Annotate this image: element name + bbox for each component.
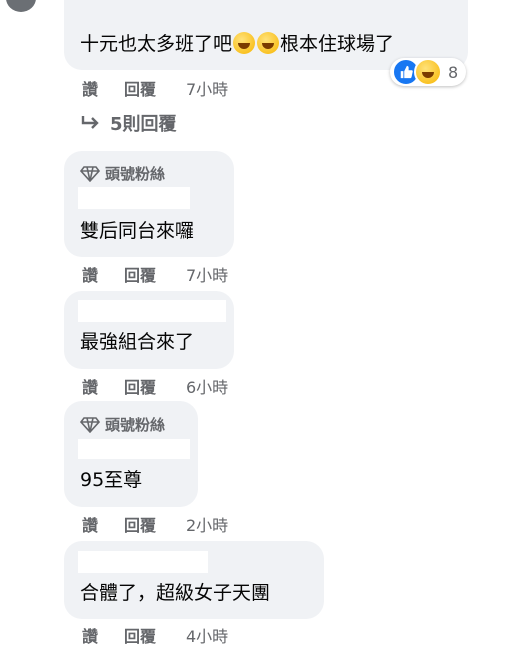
comment-actions: 讚 回覆 2小時 bbox=[82, 512, 228, 536]
grinning-sweat-emoji-icon bbox=[233, 32, 256, 54]
like-button[interactable]: 讚 bbox=[82, 374, 124, 398]
comment-text-part2: 根本住球場了 bbox=[280, 33, 395, 55]
comment-timestamp[interactable]: 4小時 bbox=[186, 623, 228, 647]
reaction-summary[interactable]: 8 bbox=[390, 58, 467, 86]
comment-timestamp[interactable]: 7小時 bbox=[186, 76, 228, 100]
like-button[interactable]: 讚 bbox=[82, 623, 124, 647]
comment-timestamp[interactable]: 7小時 bbox=[186, 262, 228, 286]
comment-actions: 讚 回覆 7小時 bbox=[82, 76, 228, 100]
top-fan-badge[interactable]: 頭號粉絲 bbox=[80, 163, 165, 184]
redacted-name bbox=[78, 551, 208, 573]
commenter-avatar[interactable] bbox=[6, 0, 36, 12]
comment-actions: 讚 回覆 6小時 bbox=[82, 374, 228, 398]
grinning-sweat-emoji-icon bbox=[257, 32, 280, 54]
comment-actions: 讚 回覆 7小時 bbox=[82, 262, 228, 286]
reply-button[interactable]: 回覆 bbox=[124, 623, 186, 647]
reply-button[interactable]: 回覆 bbox=[124, 76, 186, 100]
badge-label: 頭號粉絲 bbox=[105, 165, 166, 183]
badge-label: 頭號粉絲 bbox=[105, 416, 166, 434]
reply-arrow-icon bbox=[81, 116, 99, 129]
comment-timestamp[interactable]: 2小時 bbox=[186, 512, 228, 536]
reply-button[interactable]: 回覆 bbox=[124, 374, 186, 398]
like-button[interactable]: 讚 bbox=[82, 262, 124, 286]
comment-text: 十元也太多班了吧 根本住球場了 bbox=[80, 32, 394, 56]
redacted-name bbox=[78, 187, 190, 209]
like-button[interactable]: 讚 bbox=[82, 512, 124, 536]
comment-text: 合體了，超級女子天團 bbox=[80, 582, 271, 604]
comment-text: 雙后同台來囉 bbox=[80, 220, 195, 242]
reply-button[interactable]: 回覆 bbox=[124, 262, 186, 286]
diamond-icon bbox=[80, 416, 100, 433]
diamond-icon bbox=[80, 165, 100, 182]
reaction-count: 8 bbox=[448, 62, 459, 82]
like-button[interactable]: 讚 bbox=[82, 76, 124, 100]
comment-text: 最強組合來了 bbox=[80, 331, 195, 353]
comment-actions: 讚 回覆 4小時 bbox=[82, 623, 228, 647]
view-replies-label: 5則回覆 bbox=[110, 114, 177, 135]
reply-button[interactable]: 回覆 bbox=[124, 512, 186, 536]
comment-text-part1: 十元也太多班了吧 bbox=[80, 33, 233, 55]
redacted-name bbox=[78, 300, 226, 322]
comment-text: 95至尊 bbox=[80, 469, 143, 491]
redacted-name bbox=[78, 439, 190, 459]
haha-reaction-icon bbox=[414, 58, 442, 86]
view-replies-link[interactable]: 5則回覆 bbox=[80, 110, 177, 136]
top-fan-badge[interactable]: 頭號粉絲 bbox=[80, 414, 165, 435]
comment-timestamp[interactable]: 6小時 bbox=[186, 374, 228, 398]
